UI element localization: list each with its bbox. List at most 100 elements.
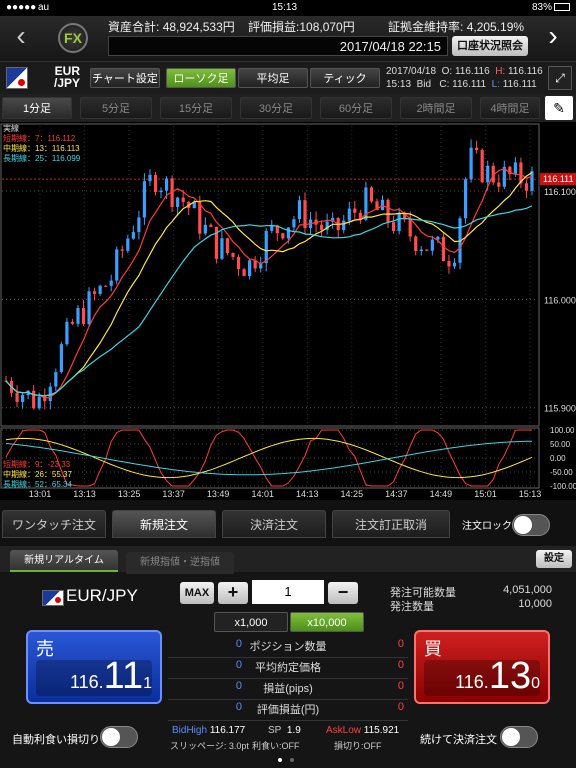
- period-tab-2hour[interactable]: 2時間足: [400, 97, 472, 119]
- tab-one-touch-order[interactable]: ワンタッチ注文: [2, 510, 106, 538]
- tab-modify-order[interactable]: 注文訂正取消: [332, 510, 450, 538]
- osc-tick-label: 0.00: [550, 454, 566, 463]
- period-tab-1min[interactable]: 1分足: [2, 97, 72, 119]
- candle-body: [270, 225, 274, 231]
- candle-body: [292, 219, 296, 228]
- sell-button[interactable]: 売 116.111: [26, 630, 162, 704]
- subtab-new-limit-stop[interactable]: 新規指値・逆指値: [126, 552, 234, 574]
- tab-new-order[interactable]: 新規注文: [112, 510, 216, 538]
- candle-body: [347, 208, 351, 221]
- candle-body: [391, 222, 396, 232]
- order-quantity-label: 発注数量: [390, 601, 434, 613]
- candlestick-button[interactable]: ローソク足: [166, 68, 236, 88]
- order-lock-toggle[interactable]: [512, 514, 550, 536]
- candle-body: [21, 394, 25, 402]
- candle-body: [225, 238, 230, 253]
- available-quantity: 4,051,000: [503, 584, 552, 596]
- order-quantity: 10,000: [518, 598, 552, 610]
- max-quantity-button[interactable]: MAX: [180, 582, 214, 604]
- candle-body: [408, 219, 412, 237]
- candle-body: [397, 212, 401, 232]
- ohlc-readout: 2017/04/18 O: 116.116 H: 116.116 15:13 B…: [386, 66, 543, 90]
- candle-body: [320, 224, 324, 230]
- account-status-button[interactable]: 口座状況照会: [452, 36, 528, 56]
- candle-body: [414, 236, 418, 252]
- position-row: 0 ポジション数量 0: [168, 638, 408, 658]
- candle-body: [148, 174, 152, 182]
- candle-body: [126, 238, 130, 251]
- quantity-input[interactable]: 1: [252, 580, 324, 604]
- ma-legend: 実線 短期線：7：116.112 中期線：13：116.113 長期線：25：1…: [3, 124, 81, 163]
- candle-body: [70, 321, 75, 324]
- fullscreen-icon[interactable]: ⤢: [548, 66, 572, 90]
- period-tab-30min[interactable]: 30分足: [240, 97, 312, 119]
- back-arrow-icon[interactable]: ‹: [8, 22, 34, 52]
- x-tick-label: 14:25: [341, 489, 364, 499]
- tab-settle-order[interactable]: 決済注文: [222, 510, 326, 538]
- candle-body: [198, 201, 202, 234]
- candle-body: [248, 260, 252, 277]
- position-info-table: 0 ポジション数量 0 0 平均約定価格 0 0 損益(pips) 0 0 評価…: [168, 638, 408, 722]
- lot-x1000-button[interactable]: x1,000: [214, 612, 288, 632]
- stop-loss-info: 損切り:OFF: [334, 741, 382, 751]
- x-tick-label: 13:13: [73, 489, 96, 499]
- heikin-ashi-button[interactable]: 平均足: [238, 68, 308, 88]
- app-header: ‹ FX 資産合計: 48,924,533円 評価損益:108,070円 証拠金…: [0, 16, 576, 62]
- draw-pen-icon[interactable]: ✎: [545, 96, 573, 120]
- quantity-minus-button[interactable]: −: [328, 582, 358, 604]
- forward-arrow-icon[interactable]: ›: [540, 22, 566, 52]
- candle-body: [15, 392, 19, 402]
- candle-body: [369, 187, 374, 202]
- candle-body: [281, 233, 285, 239]
- y-tick-label: 115.900: [544, 404, 576, 414]
- chart-settings-button[interactable]: チャート設定: [90, 68, 160, 88]
- x-tick-label: 14:37: [385, 489, 408, 499]
- margin-ratio: 証拠金維持率: 4,205.19%: [388, 20, 525, 34]
- order-lock-label: 注文ロック: [462, 521, 512, 532]
- sell-price: 116.111: [69, 655, 152, 697]
- candle-body: [353, 208, 357, 213]
- lot-x10000-button[interactable]: x10,000: [290, 612, 364, 632]
- quantity-plus-button[interactable]: +: [218, 582, 248, 604]
- currency-pair-selector[interactable]: EUR/JPY: [54, 65, 80, 89]
- period-tab-5min[interactable]: 5分足: [80, 97, 152, 119]
- osc-legend: 短期線：9：-23.33 中期線：26：55.37 長期線：52：65.34: [3, 460, 72, 489]
- buy-label: 買: [424, 639, 442, 659]
- carrier: au: [38, 2, 50, 13]
- buy-button[interactable]: 買 116.130: [414, 630, 550, 704]
- panel-currency-pair: EUR/JPY: [66, 586, 138, 605]
- settings-button[interactable]: 設定: [536, 550, 572, 568]
- candle-body: [137, 217, 141, 233]
- candle-body: [524, 183, 529, 191]
- take-profit-info: 利食い:OFF: [252, 741, 300, 751]
- candle-body: [469, 147, 473, 180]
- auto-tp-sl-toggle[interactable]: [100, 726, 138, 748]
- candle-body: [463, 179, 468, 219]
- candle-body: [513, 162, 517, 175]
- period-tab-15min[interactable]: 15分足: [160, 97, 232, 119]
- subtab-new-realtime[interactable]: 新規リアルタイム: [10, 550, 118, 572]
- candle-body: [203, 224, 207, 234]
- x-tick-label: 14:01: [251, 489, 274, 499]
- candle-body: [37, 396, 41, 409]
- candle-body: [142, 181, 147, 218]
- unrealized-pl: 評価損益:108,070円: [248, 20, 355, 34]
- candle-body: [486, 165, 490, 183]
- x-tick-label: 15:13: [519, 489, 542, 499]
- candle-body: [342, 220, 346, 231]
- order-panel: 新規リアルタイム 新規指値・逆指値 設定 EUR/JPY MAX + 1 − x…: [0, 546, 576, 768]
- price-chart[interactable]: 116.100 116.000 115.900 116.111 100.00 50.00 0…: [0, 122, 576, 500]
- candle-body: [264, 230, 268, 264]
- tick-button[interactable]: ティック: [310, 68, 380, 88]
- period-tab-60min[interactable]: 60分足: [320, 97, 392, 119]
- candle-body: [59, 344, 63, 373]
- period-tab-4hour[interactable]: 4時間足: [480, 97, 540, 119]
- position-row: 0 損益(pips) 0: [168, 680, 408, 700]
- page-indicator-dot: [290, 758, 294, 762]
- continuous-settle-toggle[interactable]: [500, 726, 538, 748]
- candle-body: [109, 280, 113, 286]
- candle-body: [231, 252, 235, 257]
- candle-body: [54, 372, 58, 387]
- osc-tick-label: -100.00: [550, 482, 576, 491]
- candle-body: [530, 171, 534, 191]
